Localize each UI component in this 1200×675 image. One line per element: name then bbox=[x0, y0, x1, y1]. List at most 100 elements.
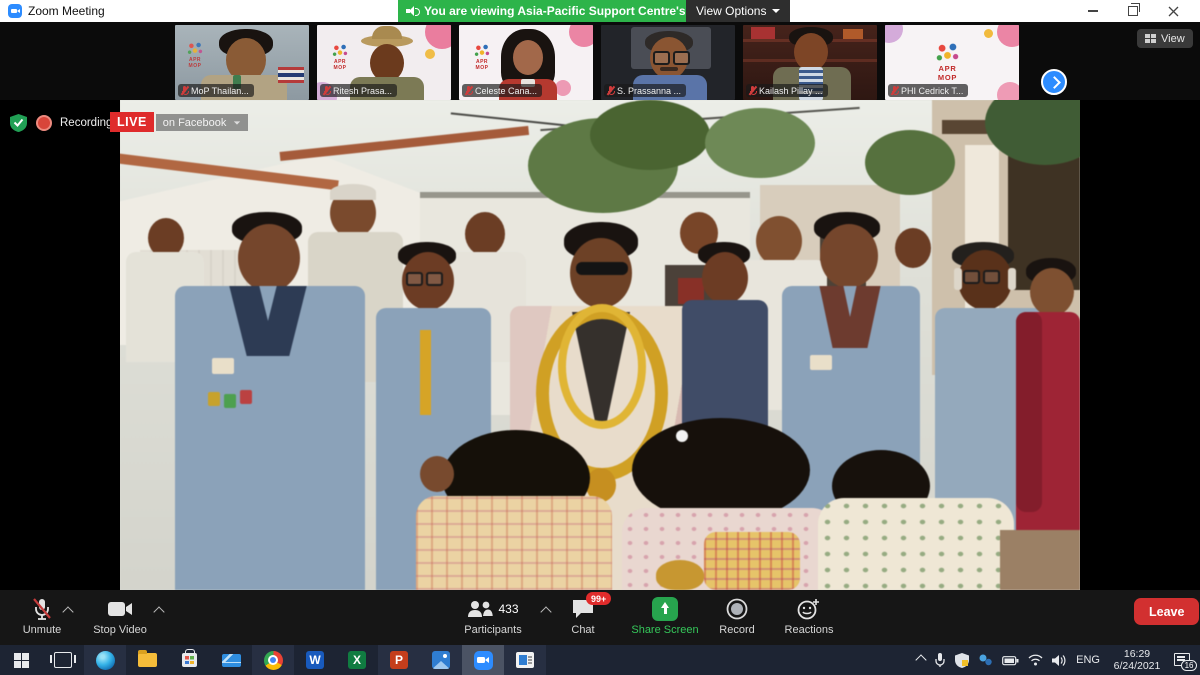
reactions-icon bbox=[797, 596, 821, 622]
start-button[interactable] bbox=[0, 645, 42, 675]
chevron-down-icon bbox=[234, 121, 240, 124]
taskbar-powerpoint[interactable]: P bbox=[378, 645, 420, 675]
recording-indicator[interactable]: Recording bbox=[36, 115, 112, 131]
participants-icon bbox=[467, 599, 493, 619]
volume-icon[interactable] bbox=[1052, 654, 1067, 667]
bluetooth-devices-icon[interactable] bbox=[978, 653, 993, 667]
share-screen-icon bbox=[652, 596, 678, 622]
photo-scene bbox=[120, 100, 1080, 590]
muted-mic-icon bbox=[181, 86, 188, 96]
tree bbox=[590, 100, 710, 170]
live-stream-indicator[interactable]: LIVE on Facebook bbox=[110, 112, 248, 132]
white-hair bbox=[330, 184, 376, 200]
recording-dot-icon bbox=[36, 115, 52, 131]
participants-button[interactable]: 433 Participants bbox=[450, 596, 536, 636]
face bbox=[513, 40, 543, 75]
leave-button[interactable]: Leave bbox=[1134, 598, 1199, 625]
view-layout-button[interactable]: View bbox=[1137, 29, 1193, 48]
sunglasses bbox=[576, 262, 628, 275]
taskbar-word[interactable]: W bbox=[294, 645, 336, 675]
gold-vessel bbox=[656, 560, 704, 590]
white-sideburn bbox=[1008, 268, 1016, 290]
aprmop-logo: APR MOP bbox=[180, 41, 210, 75]
minimize-button[interactable] bbox=[1076, 0, 1110, 22]
language-indicator[interactable]: ENG bbox=[1076, 654, 1100, 666]
participant-name-pill: MoP Thailan... bbox=[178, 84, 254, 97]
tray-time: 16:29 bbox=[1109, 648, 1165, 660]
tray-mic-icon[interactable] bbox=[934, 653, 946, 668]
taskbar-excel[interactable]: X bbox=[336, 645, 378, 675]
crowd-head bbox=[465, 212, 505, 256]
shelf-item bbox=[843, 29, 863, 39]
participant-video[interactable]: APR MOP MoP Thailan... bbox=[175, 25, 309, 100]
taskbar-mail[interactable] bbox=[210, 645, 252, 675]
share-screen-button[interactable]: Share Screen bbox=[620, 596, 710, 636]
restore-button[interactable] bbox=[1116, 0, 1150, 22]
view-options-button[interactable]: View Options bbox=[686, 0, 790, 22]
muted-mic-icon bbox=[607, 86, 614, 96]
wifi-icon[interactable] bbox=[1028, 654, 1043, 666]
word-icon: W bbox=[306, 651, 324, 669]
aprmop-logo: APR MOP bbox=[467, 43, 497, 77]
floor-patch bbox=[1000, 530, 1080, 590]
participant-video[interactable]: Kailash Pillay ... bbox=[743, 25, 877, 100]
excel-icon: X bbox=[348, 651, 366, 669]
hidden-icons-chevron[interactable] bbox=[915, 654, 926, 665]
encryption-shield-icon[interactable] bbox=[10, 114, 27, 137]
participant-name-pill: Kailash Pillay ... bbox=[746, 84, 828, 97]
next-page-arrow-button[interactable] bbox=[1041, 69, 1067, 95]
taskbar-photos[interactable] bbox=[420, 645, 462, 675]
thailand-flag bbox=[278, 67, 304, 83]
check-sari bbox=[416, 496, 612, 590]
tree bbox=[865, 130, 955, 195]
participant-name-pill: PHI Cedrick T... bbox=[888, 84, 968, 97]
flag-patch bbox=[810, 355, 832, 370]
windows-logo-icon bbox=[14, 653, 29, 668]
system-tray: ENG 16:29 6/24/2021 16 bbox=[917, 645, 1200, 675]
window-app-icon bbox=[516, 652, 534, 668]
battery-icon[interactable] bbox=[1002, 655, 1019, 666]
taskbar-chrome[interactable] bbox=[252, 645, 294, 675]
participant-name-pill: S. Prassanna ... bbox=[604, 84, 686, 97]
decor-blob bbox=[425, 25, 451, 49]
taskbar-store[interactable] bbox=[168, 645, 210, 675]
taskbar-zoom[interactable] bbox=[462, 645, 504, 675]
defender-shield-icon[interactable] bbox=[955, 653, 969, 668]
glasses bbox=[406, 272, 443, 282]
white-sideburn bbox=[954, 268, 962, 290]
participant-video[interactable]: APR MOP PHI Cedrick T... bbox=[885, 25, 1019, 100]
decor-blob bbox=[885, 25, 903, 43]
action-center-button[interactable]: 16 bbox=[1174, 652, 1192, 668]
chrome-icon bbox=[264, 651, 283, 670]
foreground-hair bbox=[632, 418, 810, 522]
taskbar-display-app[interactable] bbox=[504, 645, 546, 675]
camera-wedge bbox=[17, 9, 20, 13]
zoom-meeting-window: Zoom Meeting You are viewing Asia-Pacifi… bbox=[0, 0, 1200, 675]
zoom-icon bbox=[474, 651, 493, 670]
participant-video[interactable]: APR MOP Celeste Cana... bbox=[459, 25, 593, 100]
unmute-button[interactable]: Unmute bbox=[2, 596, 82, 636]
task-view-button[interactable] bbox=[42, 645, 84, 675]
record-button[interactable]: Record bbox=[700, 596, 774, 636]
foreground-face bbox=[420, 456, 454, 492]
plaid-sleeve bbox=[704, 532, 800, 590]
participant-name-pill: Celeste Cana... bbox=[462, 84, 542, 97]
taskbar-file-explorer[interactable] bbox=[126, 645, 168, 675]
participant-video[interactable]: S. Prassanna ... bbox=[601, 25, 735, 100]
taskbar-edge[interactable] bbox=[84, 645, 126, 675]
muted-mic-icon bbox=[749, 86, 756, 96]
stop-video-button[interactable]: Stop Video bbox=[80, 596, 160, 636]
flag-patch bbox=[212, 358, 234, 374]
clock[interactable]: 16:29 6/24/2021 bbox=[1109, 648, 1165, 672]
crowd-head bbox=[702, 252, 748, 304]
participant-video[interactable]: APR MOP Ritesh Prasa... bbox=[317, 25, 451, 100]
mail-icon bbox=[222, 654, 241, 667]
close-button[interactable] bbox=[1156, 0, 1190, 22]
reactions-button[interactable]: Reactions bbox=[772, 596, 846, 636]
decor-blob bbox=[997, 82, 1019, 100]
powerpoint-icon: P bbox=[390, 651, 408, 669]
sari-drape bbox=[1016, 312, 1042, 512]
mic-muted-icon bbox=[31, 596, 53, 622]
banner-text: You are viewing Asia-Pacific Support Cen… bbox=[424, 4, 728, 18]
chat-button[interactable]: Chat 99+ bbox=[548, 596, 618, 636]
